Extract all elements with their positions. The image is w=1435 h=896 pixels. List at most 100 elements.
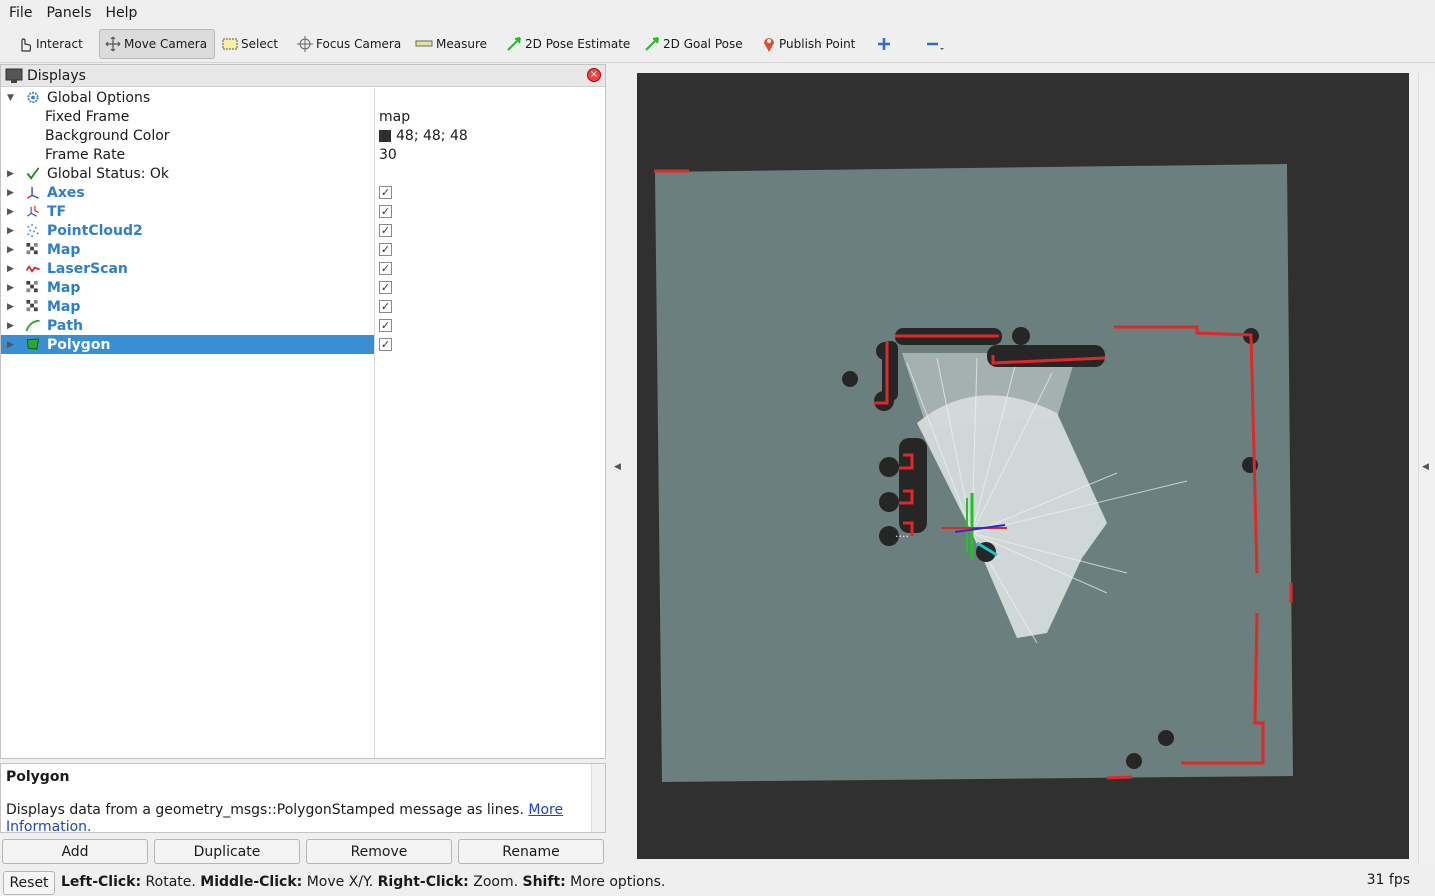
- move-camera-tool[interactable]: Move Camera: [99, 29, 215, 59]
- display-checkbox[interactable]: ✓: [379, 300, 392, 313]
- hand-icon: [21, 38, 32, 52]
- tree-row-background-color[interactable]: Background Color 48; 48; 48: [1, 126, 605, 145]
- ruler-icon: [415, 40, 433, 47]
- menu-help[interactable]: Help: [99, 0, 145, 26]
- tree-row-tf[interactable]: ▶ TF ✓: [1, 202, 605, 221]
- grid-map-icon: [26, 299, 38, 312]
- interact-tool[interactable]: Interact: [12, 29, 87, 59]
- hint-left-text: Rotate.: [141, 874, 201, 890]
- expand-right-icon[interactable]: ▶: [7, 321, 17, 331]
- description-scrollbar[interactable]: [591, 764, 605, 832]
- description-panel: Polygon Displays data from a geometry_ms…: [0, 763, 606, 833]
- frame-rate-value[interactable]: 30: [379, 147, 397, 163]
- expand-right-icon[interactable]: ▶: [7, 188, 17, 198]
- path-icon: [25, 319, 40, 332]
- select-tool[interactable]: Select: [217, 29, 282, 59]
- point-cloud-icon: [27, 223, 39, 238]
- hint-left-key: Left-Click:: [61, 874, 142, 890]
- expand-right-icon[interactable]: ▶: [7, 245, 17, 255]
- tree-row-map[interactable]: ▶ Map ✓: [1, 240, 605, 259]
- description-body: Displays data from a geometry_msgs::Poly…: [6, 802, 524, 818]
- collapse-left-icon[interactable]: ◀: [614, 462, 621, 472]
- tree-row-map[interactable]: ▶ Map ✓: [1, 278, 605, 297]
- display-checkbox[interactable]: ✓: [379, 205, 392, 218]
- add-tool-button[interactable]: [872, 29, 898, 59]
- expand-down-icon[interactable]: ▼: [7, 93, 17, 103]
- tree-row-map[interactable]: ▶ Map ✓: [1, 297, 605, 316]
- menu-file[interactable]: File: [2, 0, 39, 26]
- rename-button[interactable]: Rename: [458, 839, 604, 864]
- display-checkbox[interactable]: ✓: [379, 338, 392, 351]
- tree-row-pointcloud2[interactable]: ▶ PointCloud2 ✓: [1, 221, 605, 240]
- background-color-value-cell[interactable]: 48; 48; 48: [379, 128, 468, 144]
- display-checkbox[interactable]: ✓: [379, 262, 392, 275]
- focus-camera-tool[interactable]: Focus Camera: [292, 29, 405, 59]
- expand-right-icon[interactable]: ▶: [7, 264, 17, 274]
- green-arrow-icon: [507, 37, 521, 51]
- tree-row-fixed-frame[interactable]: Fixed Frame map: [1, 107, 605, 126]
- display-label: Map: [47, 298, 81, 315]
- collapse-right-icon[interactable]: ◀: [1422, 462, 1429, 472]
- fixed-frame-label: Fixed Frame: [45, 108, 130, 125]
- hint-right-key: Right-Click:: [377, 874, 469, 890]
- move-camera-label: Move Camera: [124, 37, 208, 51]
- publish-point-tool[interactable]: Publish Point: [757, 29, 859, 59]
- pose-estimate-tool[interactable]: 2D Pose Estimate: [501, 29, 634, 59]
- display-checkbox[interactable]: ✓: [379, 319, 392, 332]
- display-checkbox[interactable]: ✓: [379, 281, 392, 294]
- gear-icon: [27, 91, 39, 104]
- background-color-label: Background Color: [45, 127, 170, 144]
- description-title: Polygon: [6, 769, 70, 785]
- menu-panels[interactable]: Panels: [39, 0, 98, 26]
- hint-shift-key: Shift:: [522, 874, 566, 890]
- tree-row-polygon[interactable]: ▶ Polygon ✓: [1, 335, 605, 354]
- toolbar: Interact Move Camera Select Focus Camera…: [0, 27, 1435, 63]
- goal-pose-label: 2D Goal Pose: [663, 37, 743, 51]
- grid-map-icon: [26, 280, 38, 293]
- tree-row-axes[interactable]: ▶ Axes ✓: [1, 183, 605, 202]
- display-checkbox[interactable]: ✓: [379, 243, 392, 256]
- tf-frame-labels: ····: [895, 530, 909, 543]
- measure-label: Measure: [436, 37, 487, 51]
- tree-row-global-status[interactable]: ▶ Global Status: Ok: [1, 164, 605, 183]
- tree-row-laserscan[interactable]: ▶ LaserScan ✓: [1, 259, 605, 278]
- fixed-frame-value[interactable]: map: [379, 109, 410, 125]
- goal-pose-tool[interactable]: 2D Goal Pose: [639, 29, 747, 59]
- display-checkbox[interactable]: ✓: [379, 224, 392, 237]
- move-arrows-icon: [105, 36, 121, 52]
- display-label: Map: [47, 241, 81, 258]
- add-button[interactable]: Add: [2, 839, 148, 864]
- focus-camera-label: Focus Camera: [316, 37, 402, 51]
- expand-right-icon[interactable]: ▶: [7, 302, 17, 312]
- axes-icon: [27, 186, 39, 199]
- map-render[interactable]: ····: [637, 73, 1409, 859]
- expand-right-icon[interactable]: ▶: [7, 283, 17, 293]
- close-panel-icon[interactable]: ×: [587, 68, 601, 82]
- expand-right-icon[interactable]: ▶: [7, 169, 17, 179]
- publish-point-label: Publish Point: [779, 37, 856, 51]
- tree-row-path[interactable]: ▶ Path ✓: [1, 316, 605, 335]
- remove-button[interactable]: Remove: [306, 839, 452, 864]
- plus-icon: [878, 38, 890, 50]
- measure-tool[interactable]: Measure: [410, 29, 491, 59]
- tf-frames-icon: [27, 205, 39, 217]
- interact-label: Interact: [36, 37, 83, 51]
- tree-row-frame-rate[interactable]: Frame Rate 30: [1, 145, 605, 164]
- mouse-hint: Left-Click: Rotate. Middle-Click: Move X…: [61, 874, 665, 890]
- pose-estimate-label: 2D Pose Estimate: [525, 37, 631, 51]
- grid-map-icon: [26, 242, 38, 255]
- global-status-label: Global Status: Ok: [47, 165, 170, 182]
- remove-tool-button[interactable]: [920, 29, 952, 59]
- duplicate-button[interactable]: Duplicate: [154, 839, 300, 864]
- expand-right-icon[interactable]: ▶: [7, 226, 17, 236]
- hint-mid-text: Move X/Y.: [302, 874, 378, 890]
- display-checkbox[interactable]: ✓: [379, 186, 392, 199]
- render-view[interactable]: ····: [637, 73, 1409, 859]
- display-label: PointCloud2: [47, 222, 143, 239]
- reset-button[interactable]: Reset: [3, 871, 55, 895]
- expand-right-icon[interactable]: ▶: [7, 340, 17, 350]
- tree-row-global-options[interactable]: ▼ Global Options: [1, 88, 605, 107]
- checkmark-icon: [26, 167, 40, 180]
- expand-right-icon[interactable]: ▶: [7, 207, 17, 217]
- display-tree: ▼ Global Options Fixed Frame map Backgro…: [1, 88, 605, 758]
